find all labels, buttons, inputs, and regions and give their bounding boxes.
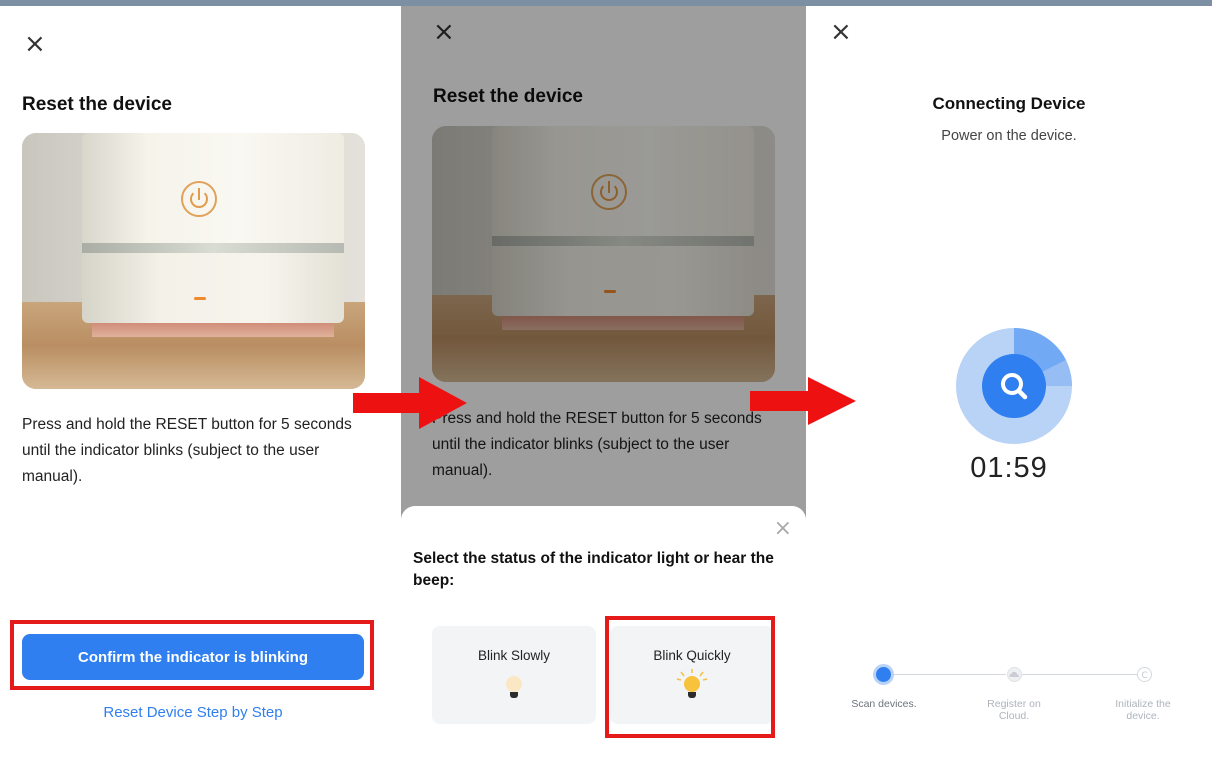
step-label-scan: Scan devices. — [851, 698, 917, 710]
close-icon[interactable]: × — [774, 516, 792, 541]
highlight-box — [605, 616, 775, 738]
option-label: Blink Slowly — [477, 648, 551, 663]
power-icon — [181, 181, 217, 217]
next-arrow-icon — [750, 377, 856, 425]
page-title: Reset the device — [22, 94, 172, 115]
highlight-box — [10, 620, 374, 690]
step-cloud-icon — [1007, 667, 1022, 682]
blink-slowly-option[interactable]: Blink Slowly — [432, 626, 596, 724]
step-initialize-icon: C — [1137, 667, 1152, 682]
reset-device-screen: × Reset the device Press and hold the RE… — [0, 6, 400, 762]
bulb-dim-icon — [506, 676, 522, 702]
search-icon — [982, 354, 1046, 418]
close-icon[interactable]: × — [24, 31, 48, 57]
sheet-title: Select the status of the indicator light… — [413, 550, 774, 589]
step-label-initialize: Initialize the device. — [1115, 698, 1171, 722]
connecting-device-screen: × Connecting Device Power on the device.… — [806, 6, 1212, 762]
instruction-text: Press and hold the RESET button for 5 se… — [22, 416, 352, 485]
close-icon[interactable]: × — [830, 19, 854, 45]
reset-step-by-step-link[interactable]: Reset Device Step by Step — [22, 704, 364, 721]
step-scan-active-icon — [876, 667, 891, 682]
step-label-cloud: Register on Cloud. — [987, 698, 1041, 722]
device-photo — [22, 133, 365, 389]
next-arrow-icon — [353, 377, 467, 429]
indicator-led — [194, 297, 206, 300]
page-title: Connecting Device — [932, 94, 1086, 113]
countdown-timer: 01:59 — [970, 452, 1048, 484]
scan-progress-ring — [956, 328, 1072, 444]
svg-text:C: C — [1141, 671, 1147, 681]
page-subtitle: Power on the device. — [941, 128, 1077, 144]
